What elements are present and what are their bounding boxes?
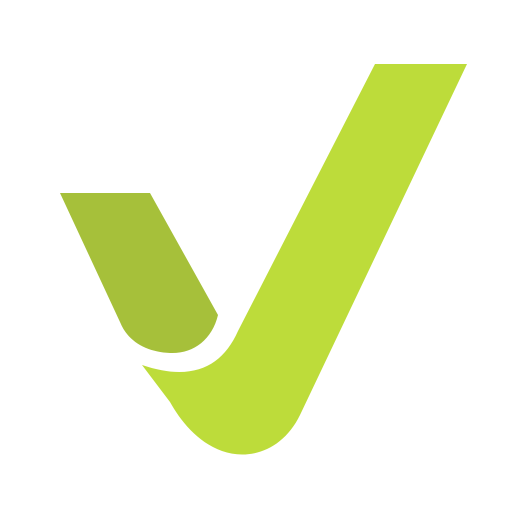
checkmark-long-stroke bbox=[142, 64, 467, 455]
checkmark-icon bbox=[60, 64, 467, 455]
logo-canvas bbox=[0, 0, 512, 512]
checkmark-short-stroke bbox=[60, 193, 218, 354]
